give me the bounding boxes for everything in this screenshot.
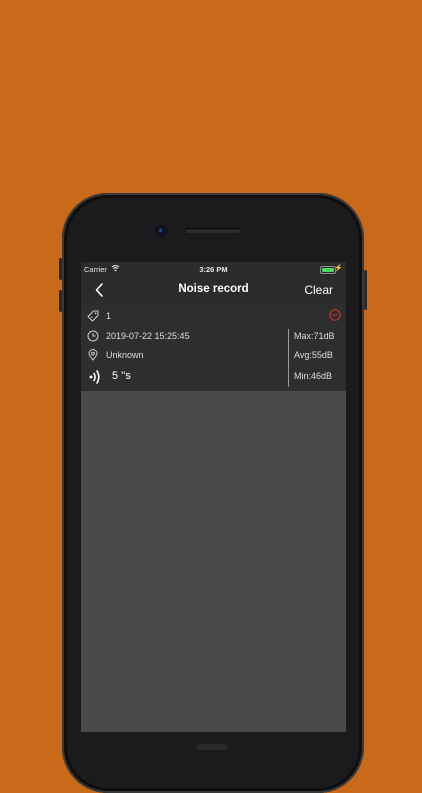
record-item[interactable]: 1 2019-07-22 15:25:45 Unknown 5 ''s Max:… <box>81 303 346 391</box>
max-db-value: Max:71dB <box>294 331 335 341</box>
record-location: Unknown <box>106 350 144 360</box>
earpiece-speaker <box>185 228 241 233</box>
status-bar: Carrier 3:26 PM ⚡ <box>81 262 346 276</box>
tag-icon <box>87 310 99 322</box>
record-duration: 5 ''s <box>112 370 131 382</box>
front-camera <box>157 227 165 235</box>
min-db-value: Min:46dB <box>294 371 333 381</box>
navigation-bar: Noise record Clear <box>81 276 346 303</box>
clear-button[interactable]: Clear <box>304 283 333 297</box>
volume-button <box>59 290 62 312</box>
screen: Carrier 3:26 PM ⚡ Noise record Clear 1 2… <box>81 262 346 732</box>
sound-wave-icon[interactable] <box>88 369 102 385</box>
record-datetime: 2019-07-22 15:25:45 <box>106 331 190 341</box>
record-tag: 1 <box>106 311 112 321</box>
status-time: 3:26 PM <box>199 265 228 274</box>
clock-icon <box>87 330 99 342</box>
empty-list-area <box>81 391 346 732</box>
power-button <box>364 270 367 310</box>
minus-circle-icon[interactable] <box>329 309 341 321</box>
stats-divider <box>288 329 289 387</box>
home-button <box>197 744 227 750</box>
charging-icon: ⚡ <box>334 265 343 272</box>
location-pin-icon <box>88 349 98 361</box>
avg-db-value: Avg:55dB <box>294 350 333 360</box>
volume-button <box>59 258 62 280</box>
